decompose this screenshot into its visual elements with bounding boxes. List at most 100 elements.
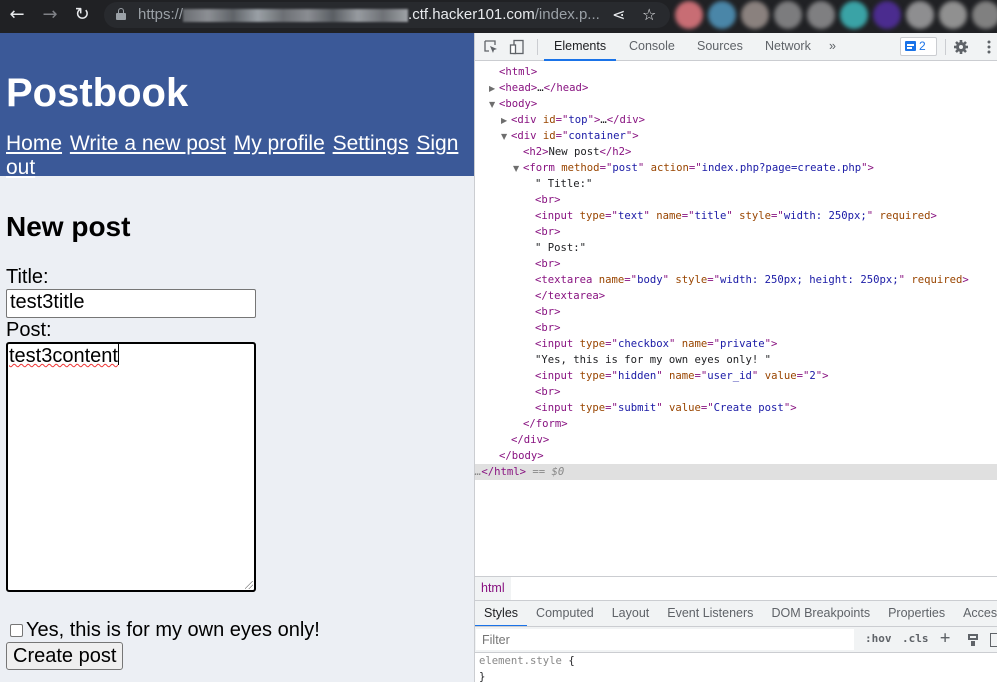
- tab-accessibility[interactable]: Accessibility: [954, 601, 997, 626]
- forward-button[interactable]: →: [38, 3, 62, 27]
- expand-triangle-icon[interactable]: ▼: [513, 161, 523, 177]
- extension-icon[interactable]: [675, 1, 703, 29]
- expand-triangle-icon[interactable]: ▼: [501, 129, 511, 145]
- dom-node-line[interactable]: ▶ <head>…</head>: [475, 80, 997, 96]
- dom-node-line[interactable]: <input type="submit" value="Create post"…: [475, 400, 997, 416]
- dom-node-line[interactable]: </form>: [475, 416, 997, 432]
- dom-token-tag: =": [796, 370, 810, 382]
- dom-node-line[interactable]: <html>: [475, 64, 997, 80]
- dom-token-attr: value: [764, 370, 797, 382]
- inspect-element-icon[interactable]: [483, 39, 499, 55]
- title-input[interactable]: test3title: [6, 289, 256, 318]
- settings-gear-icon[interactable]: [953, 39, 969, 55]
- dom-token-val: index.php?page=create.php: [701, 162, 862, 174]
- dom-node-line[interactable]: ▼ <body>: [475, 96, 997, 112]
- new-style-rule-button[interactable]: +: [940, 628, 950, 648]
- devtools-tab-bar: Elements Console Sources Network » 2: [475, 33, 997, 61]
- dom-node-line[interactable]: <input type="checkbox" name="private">: [475, 336, 997, 352]
- dom-node-line[interactable]: <br>: [475, 224, 997, 240]
- url-text[interactable]: https:// .ctf.hacker101.com/index.p...: [138, 6, 600, 23]
- dom-node-line[interactable]: <br>: [475, 320, 997, 336]
- tab-event-listeners[interactable]: Event Listeners: [658, 601, 762, 626]
- dom-node-line[interactable]: </textarea>: [475, 288, 997, 304]
- extension-icon[interactable]: [873, 1, 901, 29]
- dom-node-line[interactable]: <h2>New post</h2>: [475, 144, 997, 160]
- tab-sources[interactable]: Sources: [687, 33, 753, 61]
- breadcrumb-html[interactable]: html: [475, 577, 511, 600]
- private-checkbox[interactable]: [10, 623, 23, 637]
- issues-icon: [905, 41, 916, 51]
- back-button[interactable]: ←: [5, 3, 29, 27]
- device-toolbar-icon[interactable]: [509, 39, 525, 55]
- dom-node-line[interactable]: " Title:": [475, 176, 997, 192]
- star-icon[interactable]: ☆: [642, 5, 656, 24]
- computed-sidebar-toggle[interactable]: [990, 633, 997, 647]
- dom-node-line[interactable]: <br>: [475, 304, 997, 320]
- tab-network[interactable]: Network: [755, 33, 821, 61]
- styles-filter-input[interactable]: [476, 629, 854, 650]
- more-tabs-button[interactable]: »: [819, 33, 846, 61]
- dom-node-line[interactable]: ▶ <div id="top">…</div>: [475, 112, 997, 128]
- create-post-button[interactable]: Create post: [6, 642, 124, 670]
- lock-icon: [116, 8, 126, 20]
- private-row: Yes, this is for my own eyes only!: [6, 618, 468, 642]
- nav-link-write-post[interactable]: Write a new post: [70, 132, 226, 155]
- dom-token-tag: ">: [625, 130, 639, 142]
- dom-node-line[interactable]: ▼ <div id="container">: [475, 128, 997, 144]
- reload-button[interactable]: ↻: [70, 3, 94, 27]
- cls-toggle[interactable]: .cls: [902, 632, 929, 645]
- nav-link-settings[interactable]: Settings: [333, 132, 409, 155]
- dom-node-line[interactable]: </body>: [475, 448, 997, 464]
- dom-node-line[interactable]: ▼ <form method="post" action="index.php?p…: [475, 160, 997, 176]
- dom-node-line[interactable]: " Post:": [475, 240, 997, 256]
- extension-icon[interactable]: [708, 1, 736, 29]
- share-icon[interactable]: ⋖: [612, 5, 625, 24]
- extension-icon[interactable]: [939, 1, 967, 29]
- dom-token-attr: style: [739, 210, 772, 222]
- tab-computed[interactable]: Computed: [527, 601, 603, 626]
- extension-icon[interactable]: [807, 1, 835, 29]
- dom-token-tag: >: [930, 210, 937, 222]
- collapse-triangle-icon[interactable]: ▶: [489, 81, 499, 97]
- dom-node-line[interactable]: <input type="text" name="title" style="w…: [475, 208, 997, 224]
- resize-handle[interactable]: [245, 581, 253, 589]
- nav-link-home[interactable]: Home: [6, 132, 62, 155]
- dom-token-tag: ">: [861, 162, 874, 174]
- more-options-icon[interactable]: [981, 39, 997, 55]
- dom-token-tag: </div>: [511, 434, 550, 446]
- extension-icon[interactable]: [774, 1, 802, 29]
- dom-node-line[interactable]: <br>: [475, 384, 997, 400]
- dom-node-line[interactable]: …</html> == $0: [475, 464, 997, 480]
- tab-layout[interactable]: Layout: [603, 601, 659, 626]
- nav-link-my-profile[interactable]: My profile: [234, 132, 325, 155]
- tab-elements[interactable]: Elements: [544, 33, 617, 61]
- tab-styles[interactable]: Styles: [475, 601, 528, 626]
- tab-console[interactable]: Console: [619, 33, 685, 61]
- expand-triangle-icon[interactable]: ▼: [489, 97, 499, 113]
- dom-node-line[interactable]: <input type="hidden" name="user_id" valu…: [475, 368, 997, 384]
- dom-node-line[interactable]: </div>: [475, 432, 997, 448]
- extension-icon[interactable]: [840, 1, 868, 29]
- dom-node-line[interactable]: <br>: [475, 192, 997, 208]
- tab-properties[interactable]: Properties: [879, 601, 954, 626]
- dom-node-line[interactable]: <textarea name="body" style="width: 250p…: [475, 272, 997, 288]
- issues-counter[interactable]: 2: [900, 37, 937, 56]
- dom-token-tag: ": [898, 274, 912, 286]
- collapse-triangle-icon[interactable]: ▶: [501, 113, 511, 129]
- url-path: /index.p...: [534, 6, 600, 23]
- extension-icon[interactable]: [906, 1, 934, 29]
- hov-toggle[interactable]: :hov: [865, 632, 892, 645]
- paint-brush-icon[interactable]: [966, 633, 980, 647]
- dom-node-line[interactable]: "Yes, this is for my own eyes only! ": [475, 352, 997, 368]
- dom-token-tag: =": [605, 402, 618, 414]
- dom-node-line[interactable]: <br>: [475, 256, 997, 272]
- extension-icon[interactable]: [741, 1, 769, 29]
- dom-token-tag: </html>: [481, 466, 527, 478]
- extension-icon[interactable]: [972, 1, 997, 29]
- post-textarea[interactable]: test3content: [6, 342, 256, 592]
- tab-dom-breakpoints[interactable]: DOM Breakpoints: [762, 601, 879, 626]
- dom-token-val: user_id: [707, 370, 752, 382]
- address-bar[interactable]: https://.ctf.hacker101.com/index.p... ⋖ …: [104, 2, 670, 28]
- dom-token-tag: <input: [535, 370, 580, 382]
- post-text: test3content: [9, 345, 118, 367]
